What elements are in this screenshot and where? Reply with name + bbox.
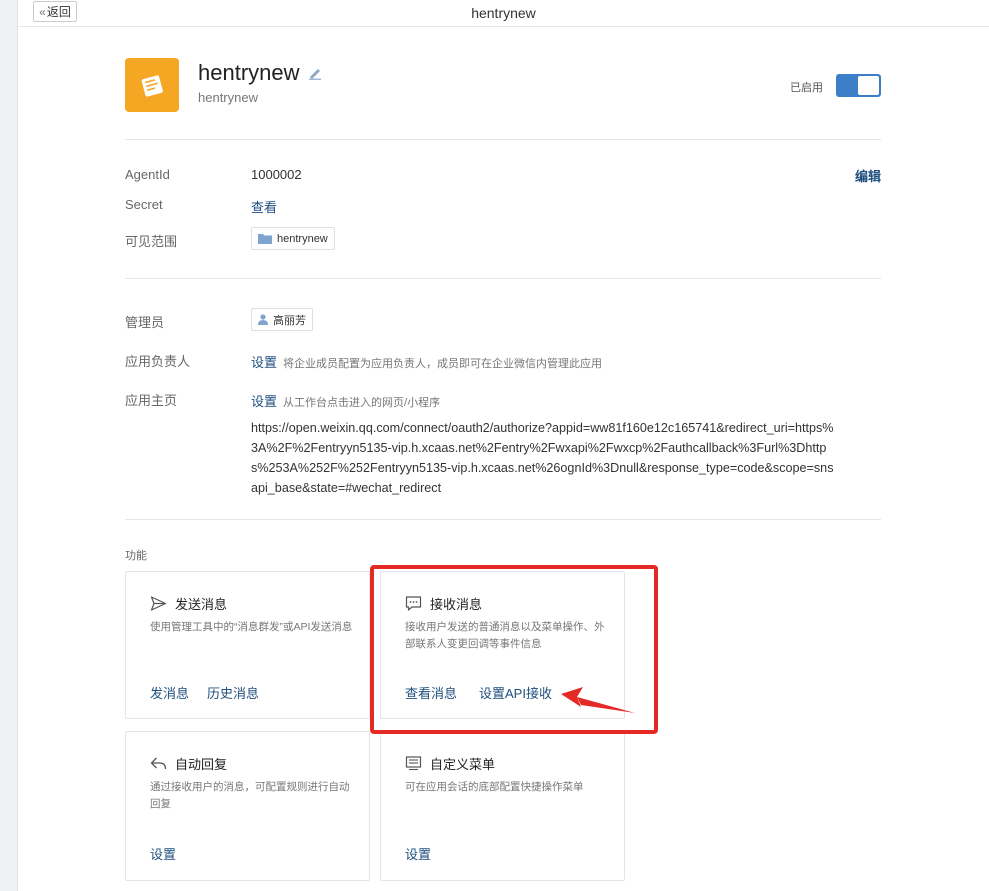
- custom-menu-title-text: 自定义菜单: [430, 757, 496, 772]
- custom-menu-links: 设置: [405, 844, 431, 863]
- receive-message-desc: 接收用户发送的普通消息以及菜单操作、外部联系人变更回调等事件信息: [405, 621, 605, 650]
- app-subtitle: hentrynew: [198, 90, 258, 105]
- chat-bubble-icon: [405, 596, 422, 611]
- left-scroll-strip: [0, 0, 18, 891]
- receive-title-text: 接收消息: [430, 597, 483, 612]
- scope-tag[interactable]: hentrynew: [251, 227, 335, 250]
- edit-pencil-icon[interactable]: [308, 66, 322, 80]
- auto-reply-card: 自动回复 通过接收用户的消息，可配置规则进行自动回复 设置: [125, 731, 370, 881]
- home-hint: 从工作台点击进入的网页/小程序: [283, 397, 441, 409]
- history-message-link[interactable]: 历史消息: [207, 683, 259, 702]
- folder-icon: [258, 234, 272, 244]
- auto-reply-links: 设置: [150, 844, 176, 863]
- custom-menu-card: 自定义菜单 可在应用会话的底部配置快捷操作菜单 设置: [380, 731, 625, 881]
- secret-view-link[interactable]: 查看: [251, 197, 277, 216]
- owner-label: 应用负责人: [125, 354, 191, 369]
- owner-hint: 将企业成员配置为应用负责人，成员即可在企业微信内管理此应用: [283, 358, 603, 370]
- status-label: 已启用: [790, 82, 823, 94]
- receive-message-card: 接收消息 接收用户发送的普通消息以及菜单操作、外部联系人变更回调等事件信息 查看…: [380, 571, 625, 719]
- admin-tag[interactable]: 高丽芳: [251, 308, 313, 331]
- home-row: 设置 从工作台点击进入的网页/小程序: [251, 391, 440, 410]
- agentid-value: 1000002: [251, 167, 302, 182]
- send-plane-icon: [150, 596, 167, 611]
- reply-arrow-icon: [150, 757, 167, 770]
- scope-tag-text: hentrynew: [277, 232, 328, 245]
- send-message-link[interactable]: 发消息: [150, 683, 189, 702]
- divider: [125, 519, 881, 520]
- send-message-links: 发消息 历史消息: [150, 683, 259, 702]
- menu-list-icon: [405, 756, 422, 771]
- send-title-text: 发送消息: [175, 597, 228, 612]
- auto-reply-title: 自动回复: [150, 754, 227, 773]
- send-message-card: 发送消息 使用管理工具中的“消息群发”或API发送消息 发消息 历史消息: [125, 571, 370, 719]
- edit-link[interactable]: 编辑: [855, 166, 881, 185]
- auto-reply-desc: 通过接收用户的消息，可配置规则进行自动回复: [150, 781, 350, 810]
- divider: [125, 139, 881, 140]
- home-label: 应用主页: [125, 393, 178, 408]
- features-section-label: 功能: [125, 550, 147, 562]
- topbar: « 返回 hentrynew: [18, 0, 989, 27]
- admin-label: 管理员: [125, 315, 165, 330]
- set-api-receive-link[interactable]: 设置API接收: [479, 683, 552, 702]
- admin-tag-text: 高丽芳: [273, 314, 306, 327]
- custom-menu-title: 自定义菜单: [405, 754, 495, 773]
- secret-label: Secret: [125, 197, 163, 212]
- receive-message-title: 接收消息: [405, 594, 482, 613]
- person-icon: [258, 314, 268, 325]
- divider: [125, 278, 881, 279]
- custom-menu-set-link[interactable]: 设置: [405, 844, 431, 863]
- app-name: hentrynew: [198, 60, 322, 86]
- home-set-link[interactable]: 设置: [251, 394, 277, 409]
- custom-menu-desc: 可在应用会话的底部配置快捷操作菜单: [405, 781, 584, 793]
- scope-label: 可见范围: [125, 234, 178, 249]
- send-message-desc: 使用管理工具中的“消息群发”或API发送消息: [150, 621, 353, 633]
- owner-row: 设置 将企业成员配置为应用负责人，成员即可在企业微信内管理此应用: [251, 352, 602, 371]
- enable-toggle[interactable]: [836, 74, 881, 97]
- app-name-text: hentrynew: [198, 60, 300, 85]
- send-message-title: 发送消息: [150, 594, 227, 613]
- view-messages-link[interactable]: 查看消息: [405, 683, 457, 702]
- home-url: https://open.weixin.qq.com/connect/oauth…: [251, 421, 834, 495]
- page-title: hentrynew: [471, 5, 536, 21]
- toggle-knob: [858, 76, 879, 95]
- agentid-label: AgentId: [125, 167, 170, 182]
- auto-reply-set-link[interactable]: 设置: [150, 844, 176, 863]
- owner-set-link[interactable]: 设置: [251, 355, 277, 370]
- receive-message-links: 查看消息 设置API接收: [405, 683, 552, 702]
- app-notepad-icon: [125, 58, 179, 112]
- auto-reply-title-text: 自动回复: [175, 757, 228, 772]
